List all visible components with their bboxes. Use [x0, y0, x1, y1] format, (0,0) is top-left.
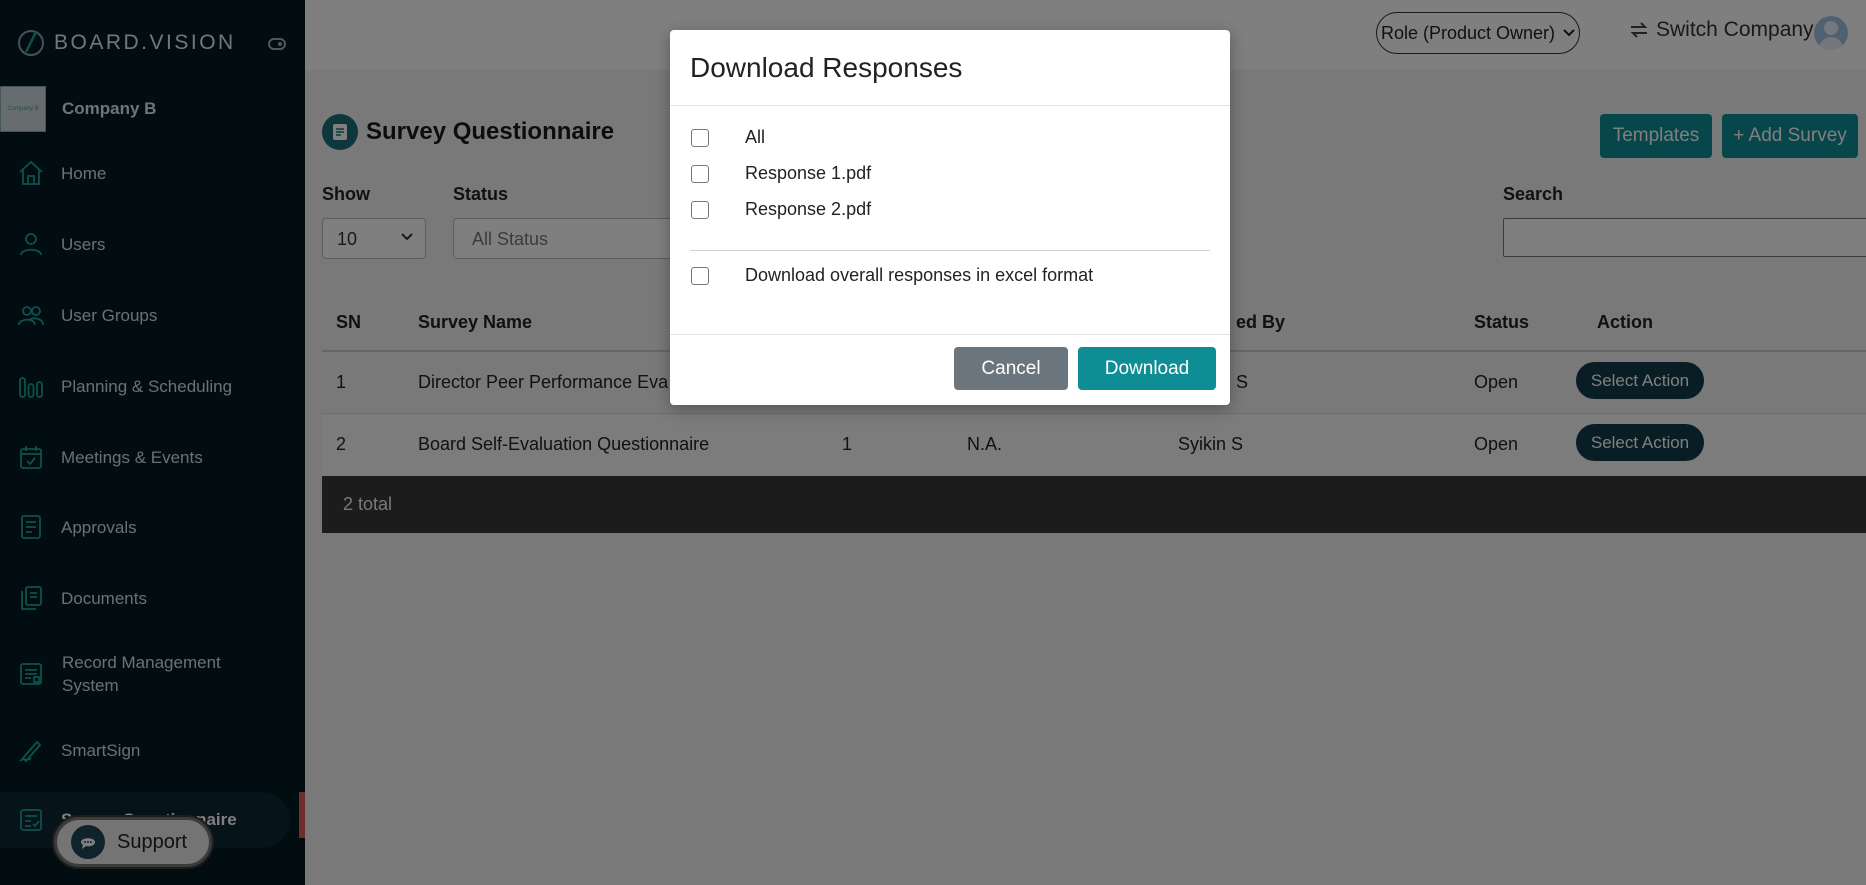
option-label: Response 2.pdf: [745, 199, 872, 219]
checkbox[interactable]: [691, 129, 709, 147]
option-excel[interactable]: Download overall responses in excel form…: [691, 265, 1093, 286]
checkbox[interactable]: [691, 201, 709, 219]
option-label: All: [745, 127, 766, 147]
modal-footer: Cancel Download: [670, 334, 1230, 405]
checkbox[interactable]: [691, 165, 709, 183]
download-button[interactable]: Download: [1078, 347, 1216, 390]
download-responses-modal: Download Responses All Response 1.pdf Re…: [670, 30, 1230, 405]
checkbox[interactable]: [691, 267, 709, 285]
option-response-2[interactable]: Response 2.pdf: [691, 199, 871, 220]
cancel-button[interactable]: Cancel: [954, 347, 1068, 390]
modal-title: Download Responses: [690, 52, 963, 83]
modal-header: Download Responses: [670, 30, 1230, 106]
divider: [690, 250, 1210, 251]
option-label: Response 1.pdf: [745, 163, 872, 183]
option-label: Download overall responses in excel form…: [745, 265, 1094, 285]
option-all[interactable]: All: [691, 127, 765, 148]
option-response-1[interactable]: Response 1.pdf: [691, 163, 871, 184]
